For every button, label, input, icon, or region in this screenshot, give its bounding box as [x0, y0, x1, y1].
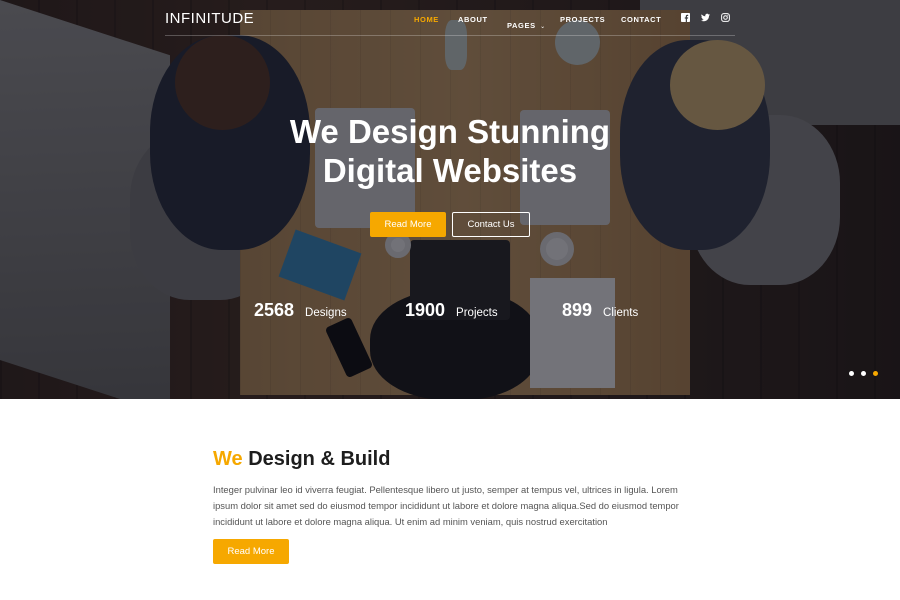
hero-section: INFINITUDE HOME ABOUT PAGES ⌄ PROJECTS C…	[0, 0, 900, 399]
section-title-accent: We	[213, 448, 243, 470]
stat-clients-label: Clients	[603, 307, 639, 319]
site-logo[interactable]: INFINITUDE	[165, 10, 254, 27]
facebook-icon[interactable]	[681, 13, 690, 22]
section-title-rest: Design & Build	[248, 448, 391, 470]
stat-projects-label: Projects	[456, 307, 498, 319]
stat-designs-label: Designs	[305, 307, 347, 319]
nav-pages[interactable]: PAGES ⌄	[507, 15, 545, 33]
stat-designs: 2568 Designs	[254, 300, 347, 321]
hero-read-more-button[interactable]: Read More	[370, 212, 446, 237]
main-navigation: INFINITUDE HOME ABOUT PAGES ⌄ PROJECTS C…	[165, 0, 735, 36]
content-read-more-button[interactable]: Read More	[213, 539, 289, 564]
stat-projects: 1900 Projects	[405, 300, 498, 321]
hero-title-line-1: We Design Stunning	[289, 113, 611, 150]
nav-projects[interactable]: PROJECTS	[560, 15, 605, 24]
stats-row: 2568 Designs 1900 Projects 899 Clients	[0, 300, 900, 324]
stat-designs-value: 2568	[254, 300, 295, 320]
stat-projects-value: 1900	[405, 300, 446, 320]
nav-pages-label: PAGES	[507, 21, 536, 30]
twitter-icon[interactable]	[701, 13, 710, 22]
slider-dot-3[interactable]	[873, 371, 878, 376]
hero-title: We Design Stunning Digital Websites	[0, 112, 900, 190]
stat-clients: 899 Clients	[562, 300, 638, 321]
stat-clients-value: 899	[562, 300, 593, 320]
nav-contact[interactable]: CONTACT	[621, 15, 661, 24]
chevron-down-icon: ⌄	[540, 24, 546, 30]
hero-overlay	[0, 0, 900, 399]
instagram-icon[interactable]	[721, 13, 730, 22]
slider-dot-1[interactable]	[849, 371, 854, 376]
section-title: We Design & Build	[213, 448, 390, 471]
section-paragraph: Integer pulvinar leo id viverra feugiat.…	[213, 484, 679, 527]
nav-about[interactable]: ABOUT	[458, 15, 488, 24]
social-links	[681, 13, 730, 22]
hero-contact-us-button[interactable]: Contact Us	[452, 212, 530, 237]
nav-home[interactable]: HOME	[414, 15, 439, 24]
hero-title-line-2: Digital Websites	[322, 152, 578, 189]
slider-dot-2[interactable]	[861, 371, 866, 376]
slider-dots	[849, 371, 878, 376]
